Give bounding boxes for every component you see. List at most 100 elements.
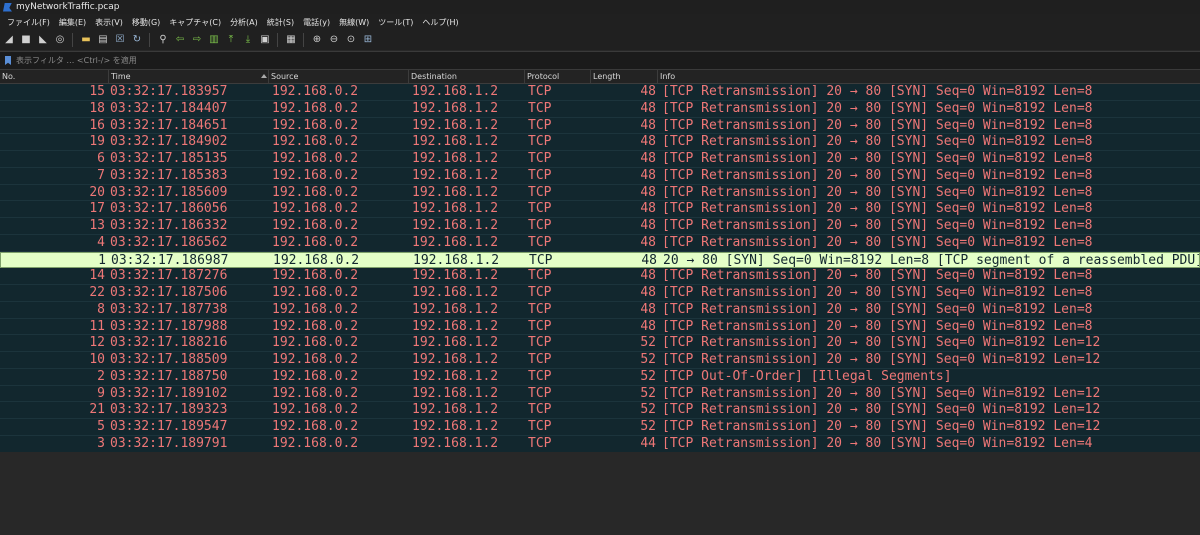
packet-time: 03:32:17.186987 (111, 252, 229, 268)
packet-length: 48 (640, 84, 656, 99)
packet-source: 192.168.0.2 (272, 435, 359, 451)
packet-time: 03:32:17.188750 (110, 368, 228, 384)
table-row[interactable]: 6 03:32:17.185135 192.168.0.2 192.168.1.2 TC… (0, 151, 1200, 168)
table-row[interactable]: 19 03:32:17.184902 192.168.0.2 192.168.1.2 T… (0, 134, 1200, 151)
table-row[interactable]: 4 03:32:17.186562 192.168.0.2 192.168.1.2 TC… (0, 234, 1200, 252)
open-folder-icon[interactable]: ▬ (80, 34, 92, 46)
menu-item-8[interactable]: 無線(W) (339, 17, 369, 28)
packet-no: 20 (89, 184, 105, 200)
column-header-no[interactable]: No. (0, 70, 108, 83)
table-row[interactable]: 14 03:32:17.187276 192.168.0.2 192.168.1.2 T… (0, 268, 1200, 285)
packet-destination: 192.168.1.2 (412, 84, 499, 99)
packet-time: 03:32:17.189791 (110, 435, 228, 451)
menu-item-5[interactable]: 分析(A) (230, 17, 258, 28)
packet-no: 9 (97, 385, 105, 401)
table-row[interactable]: 9 03:32:17.189102 192.168.0.2 192.168.1.2 TC… (0, 385, 1200, 403)
table-row[interactable]: 8 03:32:17.187738 192.168.0.2 192.168.1.2 TC… (0, 301, 1200, 319)
column-header-source[interactable]: Source (268, 70, 408, 83)
resize-columns-icon[interactable]: ⊞ (362, 34, 374, 46)
packet-length: 48 (640, 201, 656, 217)
column-header-info[interactable]: Info (657, 70, 1200, 83)
column-header-length[interactable]: Length (590, 70, 657, 83)
packet-no: 21 (89, 402, 105, 418)
packet-length: 48 (640, 184, 656, 200)
menu-item-3[interactable]: 移動(G) (132, 17, 160, 28)
table-row[interactable]: 15 03:32:17.183957 192.168.0.2 192.168.1.2 T… (0, 84, 1200, 101)
packet-info: [TCP Retransmission] 20 → 80 [SYN] Seq=0… (662, 268, 1093, 284)
table-row[interactable]: 16 03:32:17.184651 192.168.0.2 192.168.1.2 T… (0, 117, 1200, 135)
filter-bookmark-icon[interactable] (5, 56, 11, 65)
goto-packet-icon[interactable]: ▥ (208, 34, 220, 46)
packet-source: 192.168.0.2 (272, 201, 359, 217)
packet-source: 192.168.0.2 (272, 419, 359, 434)
colorize-icon[interactable]: ▦ (285, 34, 297, 46)
table-row[interactable]: 22 03:32:17.187506 192.168.0.2 192.168.1.2 T… (0, 285, 1200, 302)
packet-time: 03:32:17.187276 (110, 268, 228, 284)
forward-arrow-icon[interactable]: ⇨ (191, 34, 203, 46)
menu-item-4[interactable]: キャプチャ(C) (169, 17, 221, 28)
packet-source: 192.168.0.2 (272, 234, 359, 250)
packet-no: 3 (97, 435, 105, 451)
zoom-out-icon[interactable]: ⊖ (328, 34, 340, 46)
packet-info: [TCP Retransmission] 20 → 80 [SYN] Seq=0… (662, 100, 1093, 116)
column-header-destination[interactable]: Destination (408, 70, 524, 83)
packet-info: [TCP Retransmission] 20 → 80 [SYN] Seq=0… (662, 352, 1101, 367)
packet-destination: 192.168.1.2 (412, 184, 499, 200)
packet-destination: 192.168.1.2 (412, 151, 499, 166)
table-row[interactable]: 5 03:32:17.189547 192.168.0.2 192.168.1.2 TC… (0, 419, 1200, 436)
menu-item-9[interactable]: ツール(T) (378, 17, 413, 28)
table-row[interactable]: 11 03:32:17.187988 192.168.0.2 192.168.1.2 T… (0, 318, 1200, 336)
options-gear-icon[interactable]: ◎ (54, 34, 66, 46)
packet-protocol: TCP (528, 368, 552, 384)
autoscroll-icon[interactable]: ▣ (259, 34, 271, 46)
packet-destination: 192.168.1.2 (412, 134, 499, 150)
column-header-protocol[interactable]: Protocol (524, 70, 590, 83)
table-row[interactable]: 7 03:32:17.185383 192.168.0.2 192.168.1.2 TC… (0, 167, 1200, 185)
table-row[interactable]: 13 03:32:17.186332 192.168.0.2 192.168.1.2 T… (0, 218, 1200, 235)
menu-item-2[interactable]: 表示(V) (95, 17, 123, 28)
column-header-time[interactable]: Time (108, 70, 268, 83)
reload-icon[interactable]: ↻ (131, 34, 143, 46)
packet-source: 192.168.0.2 (272, 218, 359, 233)
first-packet-icon[interactable]: ⤒ (225, 34, 237, 46)
packet-source: 192.168.0.2 (272, 167, 359, 183)
stop-icon[interactable]: ■ (20, 34, 32, 46)
packet-info: [TCP Retransmission] 20 → 80 [SYN] Seq=0… (662, 167, 1093, 183)
table-row[interactable]: 21 03:32:17.189323 192.168.0.2 192.168.1.2 T… (0, 402, 1200, 419)
menu-item-1[interactable]: 編集(E) (59, 17, 86, 28)
packet-info: [TCP Retransmission] 20 → 80 [SYN] Seq=0… (662, 151, 1093, 166)
menu-item-6[interactable]: 統計(S) (267, 17, 294, 28)
file-icon[interactable]: ▤ (97, 34, 109, 46)
packet-source: 192.168.0.2 (272, 335, 359, 351)
menu-item-0[interactable]: ファイル(F) (7, 17, 50, 28)
display-filter-input[interactable] (16, 53, 1200, 68)
table-row-selected[interactable]: 1 03:32:17.186987 192.168.0.2 192.168.1.2 TC… (0, 251, 1200, 269)
back-arrow-icon[interactable]: ⇦ (174, 34, 186, 46)
last-packet-icon[interactable]: ⤓ (242, 34, 254, 46)
wireshark-logo-icon (3, 2, 12, 12)
find-icon[interactable]: ⚲ (157, 34, 169, 46)
packet-info: [TCP Out-Of-Order] [Illegal Segments] (662, 368, 952, 384)
packet-protocol: TCP (529, 252, 553, 268)
zoom-normal-icon[interactable]: ⊙ (345, 34, 357, 46)
menu-item-7[interactable]: 電話(y) (303, 17, 330, 28)
shark-fin-start-icon[interactable]: ◢ (3, 34, 15, 46)
zoom-in-icon[interactable]: ⊕ (311, 34, 323, 46)
table-row[interactable]: 10 03:32:17.188509 192.168.0.2 192.168.1.2 T… (0, 352, 1200, 369)
packet-no: 4 (97, 234, 105, 250)
packet-info: [TCP Retransmission] 20 → 80 [SYN] Seq=0… (662, 117, 1093, 133)
menu-item-10[interactable]: ヘルプ(H) (422, 17, 458, 28)
packet-protocol: TCP (528, 184, 552, 200)
table-row[interactable]: 17 03:32:17.186056 192.168.0.2 192.168.1.2 T… (0, 201, 1200, 218)
table-row[interactable]: 12 03:32:17.188216 192.168.0.2 192.168.1.2 T… (0, 335, 1200, 352)
restart-icon[interactable]: ◣ (37, 34, 49, 46)
packet-protocol: TCP (528, 285, 552, 300)
table-row[interactable]: 3 03:32:17.189791 192.168.0.2 192.168.1.2 TC… (0, 435, 1200, 453)
table-row[interactable]: 2 03:32:17.188750 192.168.0.2 192.168.1.2 TC… (0, 368, 1200, 386)
close-file-icon[interactable]: ☒ (114, 34, 126, 46)
packet-time: 03:32:17.184902 (110, 134, 228, 150)
packet-protocol: TCP (528, 385, 552, 401)
table-row[interactable]: 18 03:32:17.184407 192.168.0.2 192.168.1.2 T… (0, 100, 1200, 118)
packet-info: 20 → 80 [SYN] Seq=0 Win=8192 Len=8 [TCP … (663, 252, 1200, 268)
table-row[interactable]: 20 03:32:17.185609 192.168.0.2 192.168.1.2 T… (0, 184, 1200, 202)
